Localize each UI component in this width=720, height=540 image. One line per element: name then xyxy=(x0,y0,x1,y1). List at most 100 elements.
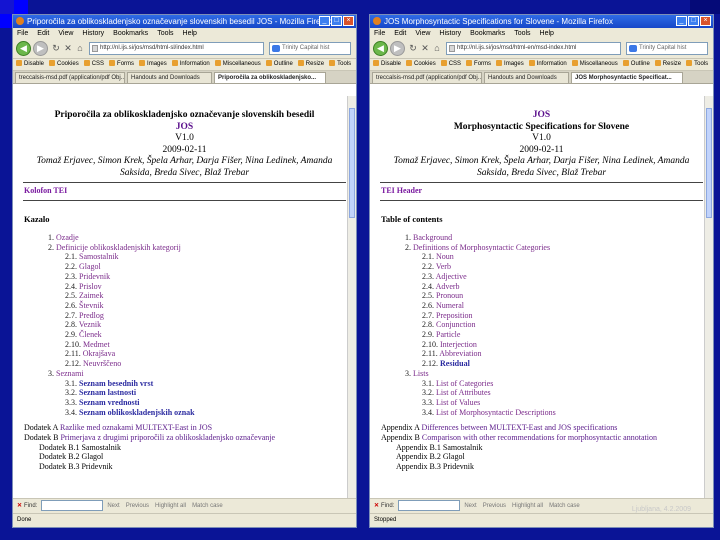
tei-header-link[interactable]: TEI Header xyxy=(381,185,713,197)
toc-link[interactable]: Particle xyxy=(436,330,460,339)
toc-link[interactable]: List of Values xyxy=(436,398,480,407)
toolbar-item-outline[interactable]: Outline xyxy=(623,61,650,67)
menu-item-edit[interactable]: Edit xyxy=(37,30,49,37)
find-highlight-button[interactable]: Highlight all xyxy=(512,503,543,509)
toc-link[interactable]: Residual xyxy=(440,359,470,368)
toc-link[interactable]: Seznam besednih vrst xyxy=(79,379,153,388)
find-next-button[interactable]: Next xyxy=(107,503,119,509)
toolbar-item-outline[interactable]: Outline xyxy=(266,61,293,67)
toc-link[interactable]: Noun xyxy=(436,252,454,261)
maximize-button[interactable]: □ xyxy=(688,16,699,26)
toc-link[interactable]: Seznam oblikoskladenjskih oznak xyxy=(79,408,195,417)
appendix-link[interactable]: Samostalnik xyxy=(81,443,121,452)
toolbar-item-disable[interactable]: Disable xyxy=(373,61,401,67)
toc-link[interactable]: Background xyxy=(413,233,452,242)
tab[interactable]: treccalsis-msd.pdf (application/pdf Obj.… xyxy=(15,72,125,83)
appendix-link[interactable]: Primerjava z drugimi priporočili za obli… xyxy=(60,433,275,442)
toc-link[interactable]: Preposition xyxy=(436,311,472,320)
scrollbar-thumb[interactable] xyxy=(706,108,712,218)
menu-item-help[interactable]: Help xyxy=(540,30,554,37)
tab[interactable]: JOS Morphosyntactic Specificat... xyxy=(571,72,683,83)
toc-link[interactable]: Glagol xyxy=(79,262,101,271)
back-button[interactable]: ◀ xyxy=(373,41,388,56)
find-previous-button[interactable]: Previous xyxy=(483,503,506,509)
toc-link[interactable]: Adjective xyxy=(436,272,467,281)
toc-link[interactable]: Zaimek xyxy=(79,291,103,300)
find-input[interactable] xyxy=(41,499,104,511)
appendix-link[interactable]: Samostalnik xyxy=(443,443,483,452)
find-match-case-button[interactable]: Match case xyxy=(549,503,580,509)
toc-link[interactable]: List of Categories xyxy=(436,379,493,388)
toc-link[interactable]: Prislov xyxy=(79,282,102,291)
scrollbar-thumb[interactable] xyxy=(349,108,355,218)
toolbar-item-images[interactable]: Images xyxy=(139,61,167,67)
toc-link[interactable]: Seznam vrednosti xyxy=(79,398,140,407)
vertical-scrollbar[interactable] xyxy=(347,96,356,501)
tei-header-link[interactable]: Kolofon TEI xyxy=(24,185,356,197)
menu-item-tools[interactable]: Tools xyxy=(157,30,173,37)
toolbar-item-cookies[interactable]: Cookies xyxy=(49,61,79,67)
minimize-button[interactable]: _ xyxy=(319,16,330,26)
menu-item-history[interactable]: History xyxy=(82,30,104,37)
appendix-link[interactable]: Razlike med oznakami MULTEXT-East in JOS xyxy=(60,423,212,432)
toolbar-item-css[interactable]: CSS xyxy=(84,61,104,67)
toolbar-item-tools[interactable]: Tools xyxy=(686,61,708,67)
stop-icon[interactable]: ✕ xyxy=(420,43,430,53)
find-highlight-button[interactable]: Highlight all xyxy=(155,503,186,509)
toc-link[interactable]: Verb xyxy=(436,262,451,271)
toolbar-item-information[interactable]: Information xyxy=(529,61,567,67)
toolbar-item-miscellaneous[interactable]: Miscellaneous xyxy=(215,61,261,67)
toolbar-item-images[interactable]: Images xyxy=(496,61,524,67)
close-button[interactable]: × xyxy=(343,16,354,26)
forward-button[interactable]: ▶ xyxy=(33,41,48,56)
toolbar-item-forms[interactable]: Forms xyxy=(109,61,134,67)
toc-link[interactable]: Seznami xyxy=(56,369,84,378)
toc-link[interactable]: Adverb xyxy=(436,282,460,291)
toc-link[interactable]: Pridevnik xyxy=(79,272,110,281)
tab[interactable]: treccalsis-msd.pdf (application/pdf Obj.… xyxy=(372,72,482,83)
toc-link[interactable]: Definicije oblikoskladenjskih kategorij xyxy=(56,243,181,252)
reload-icon[interactable]: ↻ xyxy=(51,43,61,53)
url-bar[interactable]: http://nl.ijs.si/jos/msd/html-sl/index.h… xyxy=(89,42,264,55)
find-close-icon[interactable]: ✕ xyxy=(17,499,24,513)
toolbar-item-forms[interactable]: Forms xyxy=(466,61,491,67)
toolbar-item-cookies[interactable]: Cookies xyxy=(406,61,436,67)
toolbar-item-miscellaneous[interactable]: Miscellaneous xyxy=(572,61,618,67)
find-previous-button[interactable]: Previous xyxy=(126,503,149,509)
reload-icon[interactable]: ↻ xyxy=(408,43,418,53)
toc-link[interactable]: Okrajšava xyxy=(83,349,115,358)
url-bar[interactable]: http://nl.ijs.si/jos/msd/html-en/msd-ind… xyxy=(446,42,621,55)
toc-link[interactable]: List of Morphosyntactic Descriptions xyxy=(436,408,556,417)
tab[interactable]: Handouts and Downloads xyxy=(484,72,569,83)
toc-link[interactable]: Neuvrščeno xyxy=(83,359,121,368)
toc-link[interactable]: Numeral xyxy=(436,301,464,310)
toolbar-item-resize[interactable]: Resize xyxy=(298,61,324,67)
toc-link[interactable]: Ozadje xyxy=(56,233,79,242)
toc-link[interactable]: Seznam lastnosti xyxy=(79,388,136,397)
menu-item-help[interactable]: Help xyxy=(183,30,197,37)
close-button[interactable]: × xyxy=(700,16,711,26)
home-icon[interactable]: ⌂ xyxy=(432,43,442,53)
toc-link[interactable]: Členek xyxy=(79,330,102,339)
stop-icon[interactable]: ✕ xyxy=(63,43,73,53)
tab[interactable]: Priporočila za oblikoskladenjsko... xyxy=(214,72,326,83)
toc-link[interactable]: Pronoun xyxy=(436,291,463,300)
toolbar-item-css[interactable]: CSS xyxy=(441,61,461,67)
tab[interactable]: Handouts and Downloads xyxy=(127,72,212,83)
find-next-button[interactable]: Next xyxy=(464,503,476,509)
menu-item-file[interactable]: File xyxy=(17,30,28,37)
maximize-button[interactable]: □ xyxy=(331,16,342,26)
menu-item-edit[interactable]: Edit xyxy=(394,30,406,37)
appendix-link[interactable]: Comparison with other recommendations fo… xyxy=(422,433,657,442)
find-input[interactable] xyxy=(398,499,461,511)
toc-link[interactable]: Interjection xyxy=(440,340,477,349)
toolbar-item-tools[interactable]: Tools xyxy=(329,61,351,67)
toc-link[interactable]: Samostalnik xyxy=(79,252,119,261)
vertical-scrollbar[interactable] xyxy=(704,96,713,501)
toc-link[interactable]: Definitions of Morphosyntactic Categorie… xyxy=(413,243,550,252)
back-button[interactable]: ◀ xyxy=(16,41,31,56)
toc-link[interactable]: Predlog xyxy=(79,311,104,320)
search-box[interactable]: Trinity Capital hist xyxy=(626,42,708,55)
toc-link[interactable]: Abbreviation xyxy=(439,349,481,358)
appendix-link[interactable]: Pridevnik xyxy=(81,462,112,471)
